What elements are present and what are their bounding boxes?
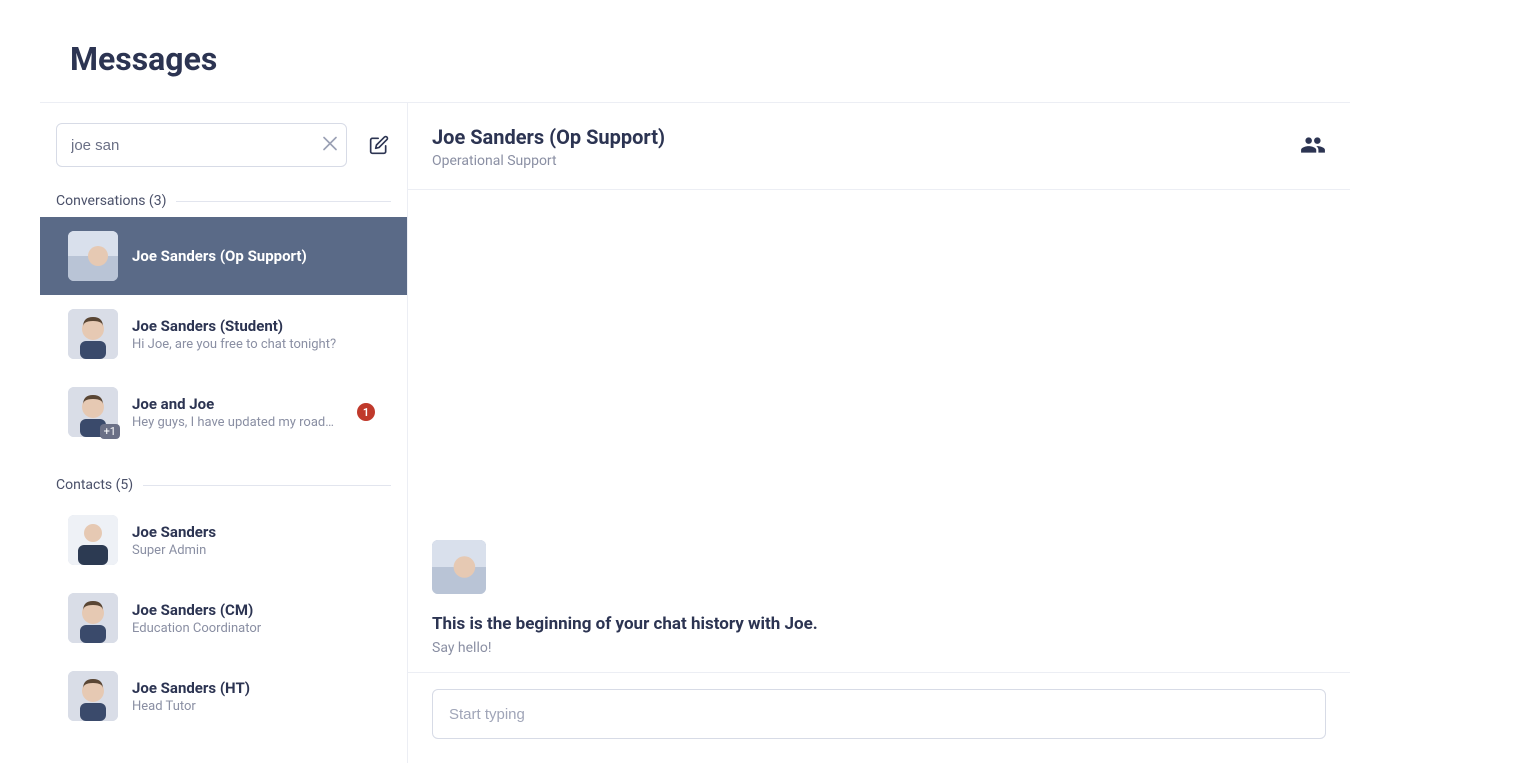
conversation-name: Joe Sanders (Op Support): [132, 247, 379, 265]
avatar: +1: [68, 387, 118, 437]
contact-role: Head Tutor: [132, 699, 250, 714]
empty-state: This is the beginning of your chat histo…: [432, 540, 1326, 656]
contact-role: Super Admin: [132, 543, 216, 558]
conversation-item[interactable]: Joe Sanders (Op Support): [40, 217, 407, 295]
contacts-section-head: Contacts (5): [56, 477, 391, 493]
contact-item[interactable]: Joe Sanders Super Admin: [56, 501, 391, 579]
avatar: [68, 231, 118, 281]
search-input[interactable]: [56, 123, 347, 167]
sidebar: Conversations (3) Joe Sanders (Op Suppor…: [40, 103, 408, 763]
chat-header: Joe Sanders (Op Support) Operational Sup…: [408, 103, 1350, 190]
avatar: [432, 540, 486, 594]
contact-item[interactable]: Joe Sanders (CM) Education Coordinator: [56, 579, 391, 657]
conversation-item[interactable]: Joe Sanders (Student) Hi Joe, are you fr…: [56, 295, 391, 373]
avatar: [68, 515, 118, 565]
chat-input-wrap: [408, 672, 1350, 763]
clear-search-icon[interactable]: [323, 136, 337, 155]
chat-panel: Joe Sanders (Op Support) Operational Sup…: [408, 103, 1350, 763]
conversation-name: Joe Sanders (Student): [132, 317, 379, 335]
compose-button[interactable]: [367, 133, 391, 157]
conversations-section-head: Conversations (3): [56, 193, 391, 209]
chat-body: This is the beginning of your chat histo…: [408, 190, 1350, 672]
contacts-label: Contacts (5): [56, 477, 133, 493]
search-box: [56, 123, 347, 167]
conversation-name: Joe and Joe: [132, 395, 379, 413]
avatar: [68, 309, 118, 359]
chat-subtitle: Operational Support: [432, 153, 665, 169]
contact-role: Education Coordinator: [132, 621, 261, 636]
people-icon[interactable]: [1300, 132, 1326, 162]
contact-item[interactable]: Joe Sanders (HT) Head Tutor: [56, 657, 391, 735]
unread-badge: 1: [357, 403, 375, 421]
contact-name: Joe Sanders: [132, 523, 216, 541]
empty-state-sub: Say hello!: [432, 640, 1326, 656]
contact-name: Joe Sanders (CM): [132, 601, 261, 619]
message-input[interactable]: [432, 689, 1326, 739]
conversations-label: Conversations (3): [56, 193, 166, 209]
conversation-item[interactable]: +1 Joe and Joe Hey guys, I have updated …: [56, 373, 391, 451]
conversation-preview: Hey guys, I have updated my roadm…: [132, 415, 342, 430]
contact-name: Joe Sanders (HT): [132, 679, 250, 697]
empty-state-title: This is the beginning of your chat histo…: [432, 614, 1326, 634]
avatar: [68, 593, 118, 643]
conversation-preview: Hi Joe, are you free to chat tonight?: [132, 337, 342, 352]
avatar: [68, 671, 118, 721]
page-title: Messages: [40, 40, 1350, 102]
overflow-badge: +1: [100, 424, 120, 439]
chat-title: Joe Sanders (Op Support): [432, 125, 665, 149]
